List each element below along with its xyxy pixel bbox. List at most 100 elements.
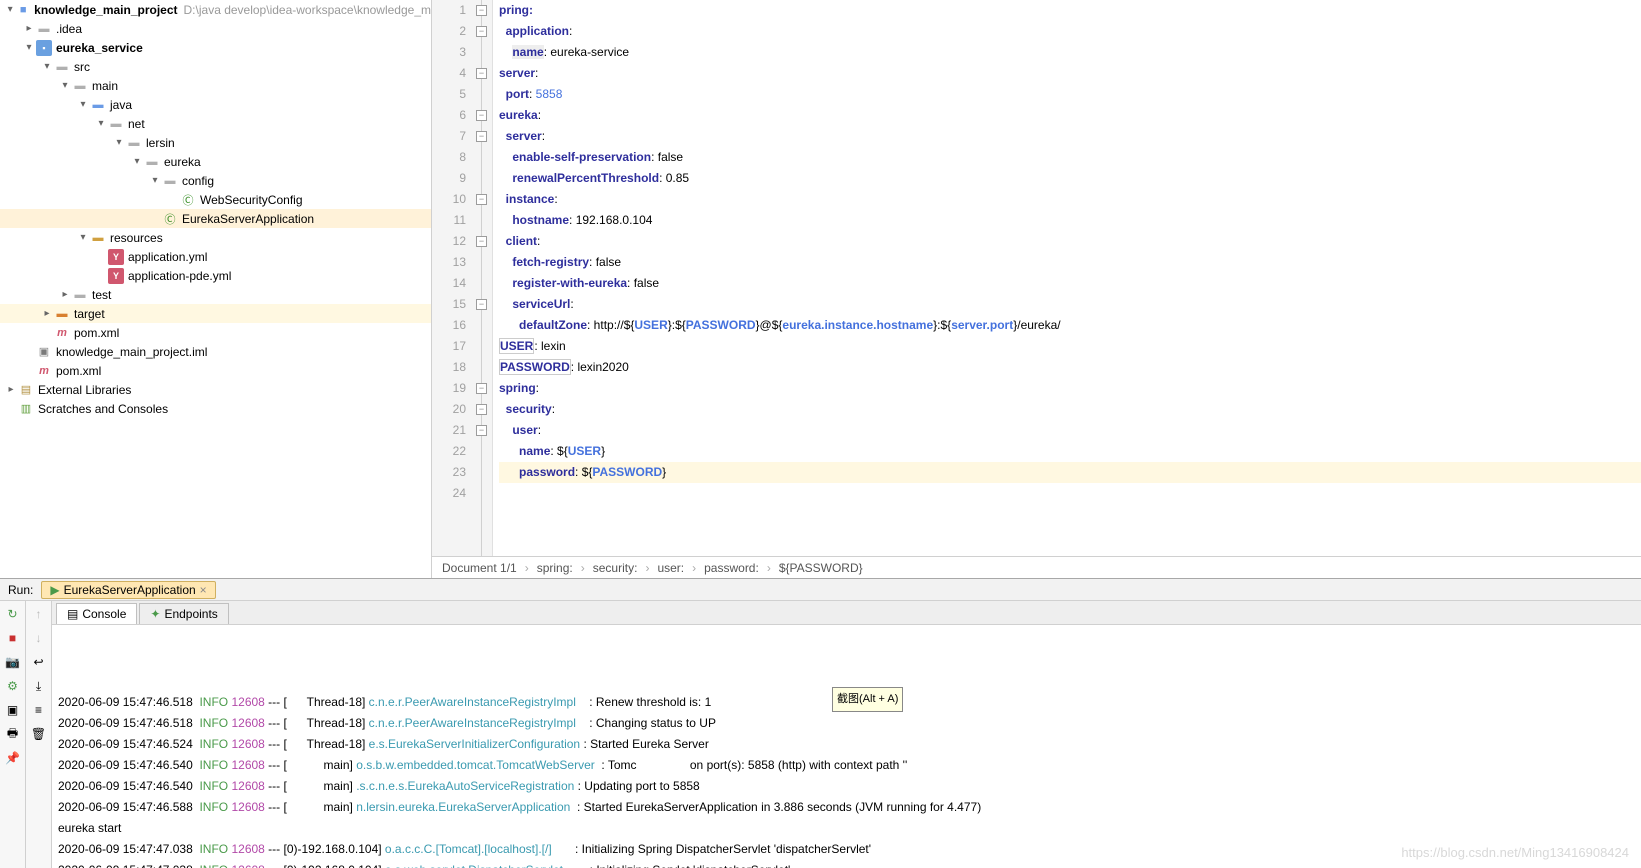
breadcrumb-item[interactable]: password: bbox=[704, 561, 759, 575]
tree-item-eureka-service[interactable]: ▾ ▪ eureka_service bbox=[0, 38, 431, 57]
tree-item-scratch[interactable]: ▥ Scratches and Consoles bbox=[0, 399, 431, 418]
scroll-icon[interactable]: ⤓ bbox=[30, 677, 48, 695]
code-token: : bbox=[554, 192, 557, 206]
breadcrumb-item[interactable]: user: bbox=[657, 561, 684, 575]
fold-icon[interactable]: − bbox=[476, 404, 487, 415]
fold-icon[interactable]: − bbox=[476, 236, 487, 247]
caret-icon[interactable]: ▾ bbox=[58, 80, 72, 91]
project-tree[interactable]: ▾ ■ knowledge_main_project D:\java devel… bbox=[0, 0, 432, 578]
tree-label: main bbox=[92, 79, 118, 93]
tree-label: test bbox=[92, 288, 111, 302]
tree-item-pom1[interactable]: m pom.xml bbox=[0, 323, 431, 342]
fold-icon[interactable]: − bbox=[476, 110, 487, 121]
tree-item-eurekaserverapp[interactable]: Ⓒ EurekaServerApplication bbox=[0, 209, 431, 228]
breadcrumb[interactable]: Document 1/1 spring: security: user: pas… bbox=[432, 556, 1641, 578]
down-icon[interactable]: ↓ bbox=[30, 629, 48, 647]
tree-item-main[interactable]: ▾ ▬ main bbox=[0, 76, 431, 95]
caret-icon[interactable]: ▾ bbox=[112, 137, 126, 148]
camera-icon[interactable]: 📷 bbox=[4, 653, 22, 671]
tree-item-src[interactable]: ▾ ▬ src bbox=[0, 57, 431, 76]
code-token: : bbox=[552, 402, 555, 416]
fold-icon[interactable]: − bbox=[476, 131, 487, 142]
code-token: serviceUrl bbox=[512, 297, 570, 311]
code-token: : bbox=[570, 297, 573, 311]
breadcrumb-item[interactable]: security: bbox=[593, 561, 638, 575]
code-token: password bbox=[519, 465, 575, 479]
tree-item-appyml[interactable]: Y application.yml bbox=[0, 247, 431, 266]
code-editor[interactable]: 123456789101112131415161718192021222324 … bbox=[432, 0, 1641, 556]
fold-column[interactable]: − − − − − − − − − − − bbox=[472, 0, 492, 556]
breadcrumb-item[interactable]: ${PASSWORD} bbox=[779, 561, 863, 575]
layout-icon[interactable]: ▣ bbox=[4, 701, 22, 719]
caret-icon[interactable]: ▸ bbox=[4, 384, 18, 395]
tree-item-resources[interactable]: ▾ ▬ resources bbox=[0, 228, 431, 247]
tree-item-eureka[interactable]: ▾ ▬ eureka bbox=[0, 152, 431, 171]
caret-icon[interactable]: ▾ bbox=[130, 156, 144, 167]
breadcrumb-item[interactable]: spring: bbox=[537, 561, 573, 575]
caret-icon[interactable]: ▾ bbox=[94, 118, 108, 129]
run-tab-label: EurekaServerApplication bbox=[64, 583, 196, 597]
tree-item-iml[interactable]: ▣ knowledge_main_project.iml bbox=[0, 342, 431, 361]
tree-item-pom2[interactable]: m pom.xml bbox=[0, 361, 431, 380]
tree-item-idea[interactable]: ▸ ▬ .idea bbox=[0, 19, 431, 38]
tree-item-test[interactable]: ▸ ▬ test bbox=[0, 285, 431, 304]
fold-icon[interactable]: − bbox=[476, 5, 487, 16]
tree-item-lersin[interactable]: ▾ ▬ lersin bbox=[0, 133, 431, 152]
line-number: 8 bbox=[432, 147, 466, 168]
tree-item-net[interactable]: ▾ ▬ net bbox=[0, 114, 431, 133]
caret-icon[interactable]: ▸ bbox=[22, 23, 36, 34]
tree-item-target[interactable]: ▸ ▬ target bbox=[0, 304, 431, 323]
clear-icon[interactable]: 🗑 bbox=[30, 725, 48, 743]
caret-icon[interactable]: ▸ bbox=[40, 308, 54, 319]
update-icon[interactable]: ⚙ bbox=[4, 677, 22, 695]
pin-icon[interactable]: 📌 bbox=[4, 749, 22, 767]
caret-icon[interactable]: ▾ bbox=[40, 61, 54, 72]
code-token: 5858 bbox=[536, 87, 563, 101]
line-number: 7 bbox=[432, 126, 466, 147]
line-number: 10 bbox=[432, 189, 466, 210]
fold-icon[interactable]: − bbox=[476, 194, 487, 205]
tree-label: application-pde.yml bbox=[128, 269, 231, 283]
fold-icon[interactable]: − bbox=[476, 68, 487, 79]
run-config-tab[interactable]: ▶ EurekaServerApplication × bbox=[41, 581, 215, 599]
yaml-icon: Y bbox=[108, 249, 124, 265]
code-token: : false bbox=[589, 255, 621, 269]
tab-label: Endpoints bbox=[164, 607, 217, 621]
code-text[interactable]: pring: application: name: eureka-service… bbox=[493, 0, 1641, 556]
caret-icon[interactable]: ▾ bbox=[148, 175, 162, 186]
run-header: Run: ▶ EurekaServerApplication × bbox=[0, 579, 1641, 601]
console-output[interactable]: 2020-06-09 15:47:46.518 INFO 12608 --- [… bbox=[52, 625, 1641, 868]
filter-icon[interactable]: ≡ bbox=[30, 701, 48, 719]
endpoints-tab[interactable]: ✦ Endpoints bbox=[139, 603, 228, 624]
caret-icon[interactable]: ▾ bbox=[76, 99, 90, 110]
line-number: 1 bbox=[432, 0, 466, 21]
stop-icon[interactable]: ■ bbox=[4, 629, 22, 647]
code-token: security bbox=[506, 402, 552, 416]
fold-icon[interactable]: − bbox=[476, 26, 487, 37]
up-icon[interactable]: ↑ bbox=[30, 605, 48, 623]
console-tab[interactable]: ▤ Console bbox=[56, 603, 137, 624]
fold-icon[interactable]: − bbox=[476, 383, 487, 394]
fold-icon[interactable]: − bbox=[476, 425, 487, 436]
tree-item-config[interactable]: ▾ ▬ config bbox=[0, 171, 431, 190]
code-token: : lexin bbox=[534, 339, 565, 353]
code-token: : bbox=[537, 234, 540, 248]
caret-icon[interactable]: ▾ bbox=[76, 232, 90, 243]
rerun-icon[interactable]: ↻ bbox=[4, 605, 22, 623]
close-icon[interactable]: × bbox=[200, 583, 207, 597]
caret-icon[interactable]: ▾ bbox=[22, 42, 36, 53]
caret-icon[interactable]: ▸ bbox=[58, 289, 72, 300]
tree-item-java[interactable]: ▾ ▬ java bbox=[0, 95, 431, 114]
code-token: }@${ bbox=[756, 318, 783, 332]
tree-item-websecurity[interactable]: Ⓒ WebSecurityConfig bbox=[0, 190, 431, 209]
wrap-icon[interactable]: ↩ bbox=[30, 653, 48, 671]
tree-item-apppde[interactable]: Y application-pde.yml bbox=[0, 266, 431, 285]
code-token: : bbox=[529, 87, 536, 101]
caret-icon[interactable]: ▾ bbox=[4, 4, 16, 15]
tree-item-extlib[interactable]: ▸ ▤ External Libraries bbox=[0, 380, 431, 399]
fold-icon[interactable]: − bbox=[476, 299, 487, 310]
line-number: 2 bbox=[432, 21, 466, 42]
console-line: 2020-06-09 15:47:46.524 INFO 12608 --- [… bbox=[58, 734, 1635, 755]
tree-root[interactable]: ▾ ■ knowledge_main_project D:\java devel… bbox=[0, 0, 431, 19]
print-icon[interactable]: 🖶 bbox=[4, 725, 22, 743]
